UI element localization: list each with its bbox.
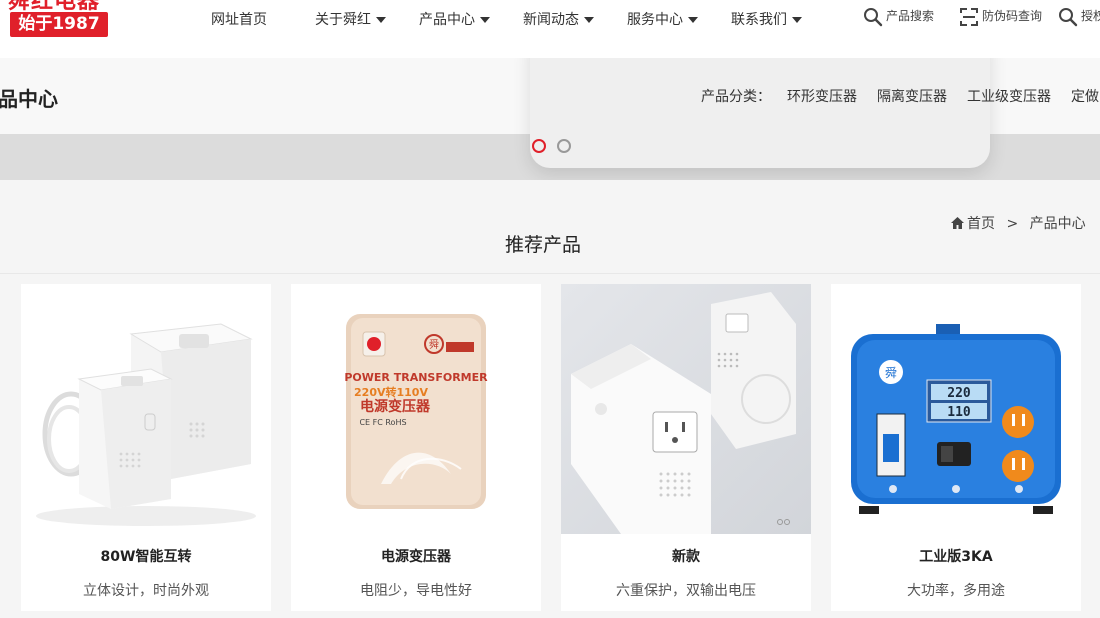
product-desc: 立体设计，时尚外观	[83, 583, 209, 599]
transformer-cert-label: CE FC RoHS	[359, 418, 406, 427]
transformer-voltage-label: 220V转110V	[354, 385, 428, 399]
slide-dot-1[interactable]	[532, 139, 546, 153]
home-icon	[951, 217, 964, 229]
caret-down-icon	[376, 17, 386, 23]
slide-dot-2[interactable]	[557, 139, 571, 153]
product-card-power-transformer[interactable]: 舜 POWER TRANSFORMER 220V转110V 电源变压器 CE F…	[291, 284, 541, 611]
nav-label: 产品中心	[419, 12, 475, 28]
section-title: 推荐产品	[505, 234, 582, 256]
search-icon	[864, 7, 883, 26]
breadcrumb-separator: >	[1006, 216, 1019, 232]
nav-label: 关于舜红	[315, 12, 371, 28]
product-name: 新款	[672, 549, 700, 565]
nav-label: 服务中心	[627, 12, 683, 28]
product-card-80w[interactable]: 80W智能互转 立体设计，时尚外观	[21, 284, 271, 611]
svg-text:舜: 舜	[429, 338, 439, 351]
banner-product-image	[530, 58, 990, 168]
caret-down-icon	[688, 17, 698, 23]
meter-output-value: 110	[947, 405, 971, 420]
nav-item-contact[interactable]: 联系我们	[731, 10, 802, 30]
anti-fake-query-button[interactable]: 防伪码查询	[959, 6, 1042, 26]
brand-logo[interactable]: 舜红电器 始于1987	[8, 0, 108, 40]
logo-since-badge: 始于1987	[10, 12, 108, 37]
svg-text:舜: 舜	[885, 365, 897, 380]
product-image-80w	[21, 284, 271, 534]
nav-item-news[interactable]: 新闻动态	[523, 10, 594, 30]
caret-down-icon	[584, 17, 594, 23]
breadcrumb-current[interactable]: 产品中心	[1030, 216, 1086, 232]
product-search-label: 产品搜索	[886, 9, 935, 23]
product-search-button[interactable]: 产品搜索	[863, 6, 934, 26]
category-link-isolation[interactable]: 隔离变压器	[877, 86, 947, 106]
category-link-industrial[interactable]: 工业级变压器	[967, 86, 1051, 106]
nav-item-about[interactable]: 关于舜红	[315, 10, 386, 30]
nav-label: 联系我们	[731, 12, 787, 28]
nav-item-service[interactable]: 服务中心	[627, 10, 698, 30]
breadcrumb-home-label: 首页	[967, 216, 995, 232]
banner-title: 品中心	[0, 87, 58, 111]
caret-down-icon	[480, 17, 490, 23]
product-name: 工业版3KA	[919, 549, 993, 565]
product-name: 80W智能互转	[100, 549, 192, 565]
banner: 品中心 产品分类： 环形变压器 隔离变压器 工业级变压器 定做	[0, 58, 1100, 180]
nav-item-home[interactable]: 网址首页	[211, 10, 267, 30]
auth-label: 授权	[1081, 9, 1100, 23]
product-card-new[interactable]: 新款 六重保护，双输出电压	[561, 284, 811, 611]
meter-input-value: 220	[947, 386, 971, 401]
nav-item-products[interactable]: 产品中心	[419, 10, 490, 30]
product-name: 电源变压器	[381, 549, 451, 565]
product-image-power-transformer: 舜 POWER TRANSFORMER 220V转110V 电源变压器 CE F…	[291, 284, 541, 534]
search-icon	[1059, 7, 1078, 26]
transformer-label-cn: 电源变压器	[360, 398, 431, 415]
section-header: 推荐产品 首页 > 产品中心	[0, 180, 1100, 274]
transformer-label-en: POWER TRANSFORMER	[344, 371, 488, 384]
barcode-scan-icon	[960, 7, 978, 26]
product-desc: 六重保护，双输出电压	[616, 583, 756, 599]
nav-label: 网址首页	[211, 12, 267, 28]
breadcrumb: 首页 > 产品中心	[951, 213, 1086, 233]
product-image-industrial-3ka: 舜 220 110	[831, 284, 1081, 534]
site-header: 舜红电器 始于1987 网址首页 关于舜红 产品中心 新闻动态 服务中心 联系我…	[0, 0, 1100, 58]
product-image-new	[561, 284, 811, 534]
category-link-toroidal[interactable]: 环形变压器	[787, 86, 857, 106]
product-desc: 大功率，多用途	[907, 583, 1005, 599]
product-card-industrial-3ka[interactable]: 舜 220 110 工业版3KA 大功率，多用途	[831, 284, 1081, 611]
logo-brand-name: 舜红电器	[8, 0, 108, 12]
product-desc: 电阻少，导电性好	[360, 583, 472, 599]
breadcrumb-home[interactable]: 首页	[951, 216, 999, 232]
category-link-custom[interactable]: 定做	[1071, 86, 1099, 106]
caret-down-icon	[792, 17, 802, 23]
category-label: 产品分类：	[701, 89, 771, 105]
auth-query-button[interactable]: 授权	[1058, 6, 1100, 26]
nav-label: 新闻动态	[523, 12, 579, 28]
anti-fake-label: 防伪码查询	[982, 9, 1043, 23]
